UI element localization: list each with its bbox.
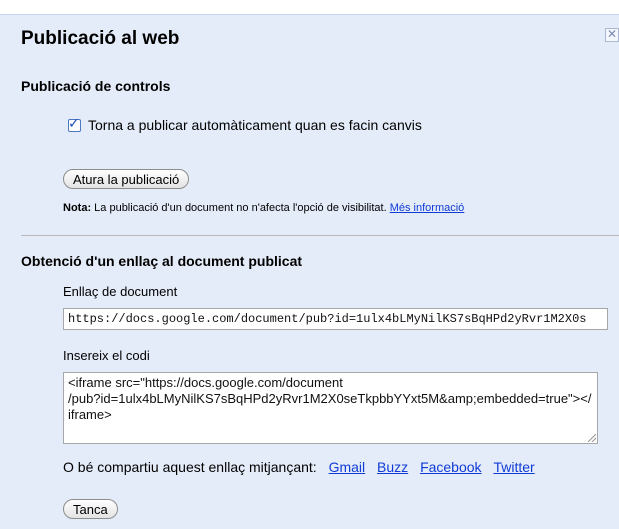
auto-republish-row[interactable]: ✓ Torna a publicar automàticament quan e… xyxy=(68,115,422,133)
dialog-title: Publicació al web xyxy=(21,28,180,49)
dialog-titlebar: Publicació al web ✕ xyxy=(0,15,619,65)
share-facebook-link[interactable]: Facebook xyxy=(420,459,481,475)
note-label: Nota: xyxy=(63,202,92,214)
visibility-note: Nota: La publicació d'un document no n'a… xyxy=(63,202,464,214)
section-divider xyxy=(21,235,619,236)
auto-republish-checkbox[interactable]: ✓ xyxy=(68,115,81,132)
share-twitter-link[interactable]: Twitter xyxy=(493,459,534,475)
embed-code-textarea[interactable]: <iframe src="https://docs.google.com/doc… xyxy=(63,372,598,444)
published-link-heading: Obtenció d'un enllaç al document publica… xyxy=(21,253,303,269)
note-text: La publicació d'un document no n'afecta … xyxy=(91,202,387,214)
auto-republish-label[interactable]: Torna a publicar automàticament quan es … xyxy=(88,117,422,133)
publishing-controls-heading: Publicació de controls xyxy=(21,78,171,94)
embed-code-label: Insereix el codi xyxy=(63,348,150,363)
doc-link-field[interactable]: https://docs.google.com/document/pub?id=… xyxy=(63,308,608,330)
close-icon[interactable]: ✕ xyxy=(605,28,619,42)
checkmark-icon: ✓ xyxy=(68,115,80,132)
share-row: O bé compartiu aquest enllaç mitjançant:… xyxy=(63,459,535,475)
more-info-link[interactable]: Més informació xyxy=(390,202,465,214)
doc-link-label: Enllaç de document xyxy=(63,284,178,299)
embed-code-text[interactable]: <iframe src="https://docs.google.com/doc… xyxy=(68,375,593,423)
close-button[interactable]: Tanca xyxy=(63,499,118,519)
share-buzz-link[interactable]: Buzz xyxy=(377,459,408,475)
share-gmail-link[interactable]: Gmail xyxy=(329,459,366,475)
stop-publishing-button[interactable]: Atura la publicació xyxy=(63,169,190,189)
resize-handle-icon[interactable] xyxy=(588,434,596,442)
page-background xyxy=(0,0,619,14)
share-prefix: O bé compartiu aquest enllaç mitjançant: xyxy=(63,459,317,475)
